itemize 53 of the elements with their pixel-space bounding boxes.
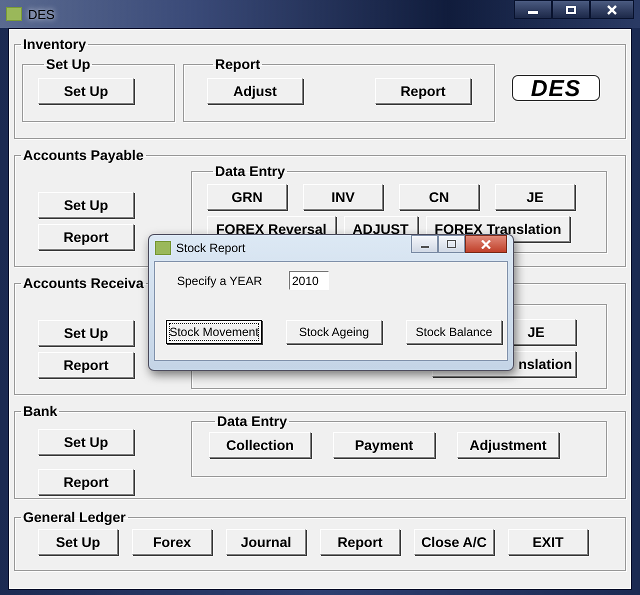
dialog-title: Stock Report (176, 241, 246, 255)
menu-button[interactable]: Set Up (38, 192, 134, 218)
maximize-icon (566, 6, 576, 14)
maximize-button[interactable] (438, 235, 465, 253)
minimize-button[interactable] (411, 235, 438, 253)
ledger-button[interactable]: EXIT (508, 529, 588, 555)
stock-button[interactable]: Stock Balance (406, 320, 502, 344)
close-icon (607, 4, 617, 14)
entry-button[interactable]: Payment (333, 432, 435, 458)
logo: DES (512, 75, 600, 101)
ledger-button[interactable]: Forex (132, 529, 212, 555)
group-label: Accounts Receiva (22, 275, 145, 291)
close-icon (481, 240, 491, 248)
group-label: Accounts Payable (22, 147, 145, 163)
stock-button[interactable]: Stock Movement (166, 320, 262, 344)
setup-button[interactable]: Set Up (38, 78, 134, 104)
entry-button[interactable]: INV (303, 184, 383, 210)
entry-button[interactable]: Collection (209, 432, 311, 458)
app-icon (155, 241, 171, 255)
maximize-button[interactable] (552, 0, 590, 19)
group-label: Report (214, 56, 262, 72)
group-label: Data Entry (216, 413, 288, 429)
app-icon (6, 7, 22, 21)
entry-button[interactable]: GRN (207, 184, 287, 210)
menu-button[interactable]: Set Up (38, 320, 134, 346)
entry-button[interactable]: CN (399, 184, 479, 210)
ledger-button[interactable]: Report (320, 529, 400, 555)
group-label: Inventory (22, 36, 88, 52)
report-button[interactable]: Report (375, 78, 471, 104)
entry-button[interactable]: Adjustment (457, 432, 559, 458)
minimize-icon (420, 246, 428, 248)
maximize-icon (447, 240, 456, 248)
ledger-button[interactable]: Close A/C (414, 529, 494, 555)
close-button[interactable] (590, 0, 634, 19)
stock-button[interactable]: Stock Ageing (286, 320, 382, 344)
group-label: Data Entry (214, 163, 286, 179)
window-title: DES (28, 6, 55, 22)
menu-button[interactable]: Report (38, 352, 134, 378)
group-label: Set Up (45, 56, 92, 72)
menu-button[interactable]: Report (38, 224, 134, 250)
group-label: Bank (22, 403, 58, 419)
year-label: Specify a YEAR (177, 274, 264, 288)
entry-button[interactable]: JE (495, 184, 575, 210)
ledger-button[interactable]: Set Up (38, 529, 118, 555)
close-button[interactable] (465, 235, 507, 253)
minimize-icon (528, 11, 538, 14)
minimize-button[interactable] (514, 0, 552, 19)
ledger-button[interactable]: Journal (226, 529, 306, 555)
menu-button[interactable]: Report (38, 469, 134, 495)
menu-button[interactable]: Set Up (38, 429, 134, 455)
group-label: General Ledger (22, 509, 127, 525)
year-field[interactable]: 2010 (289, 271, 329, 290)
adjust-button[interactable]: Adjust (207, 78, 303, 104)
